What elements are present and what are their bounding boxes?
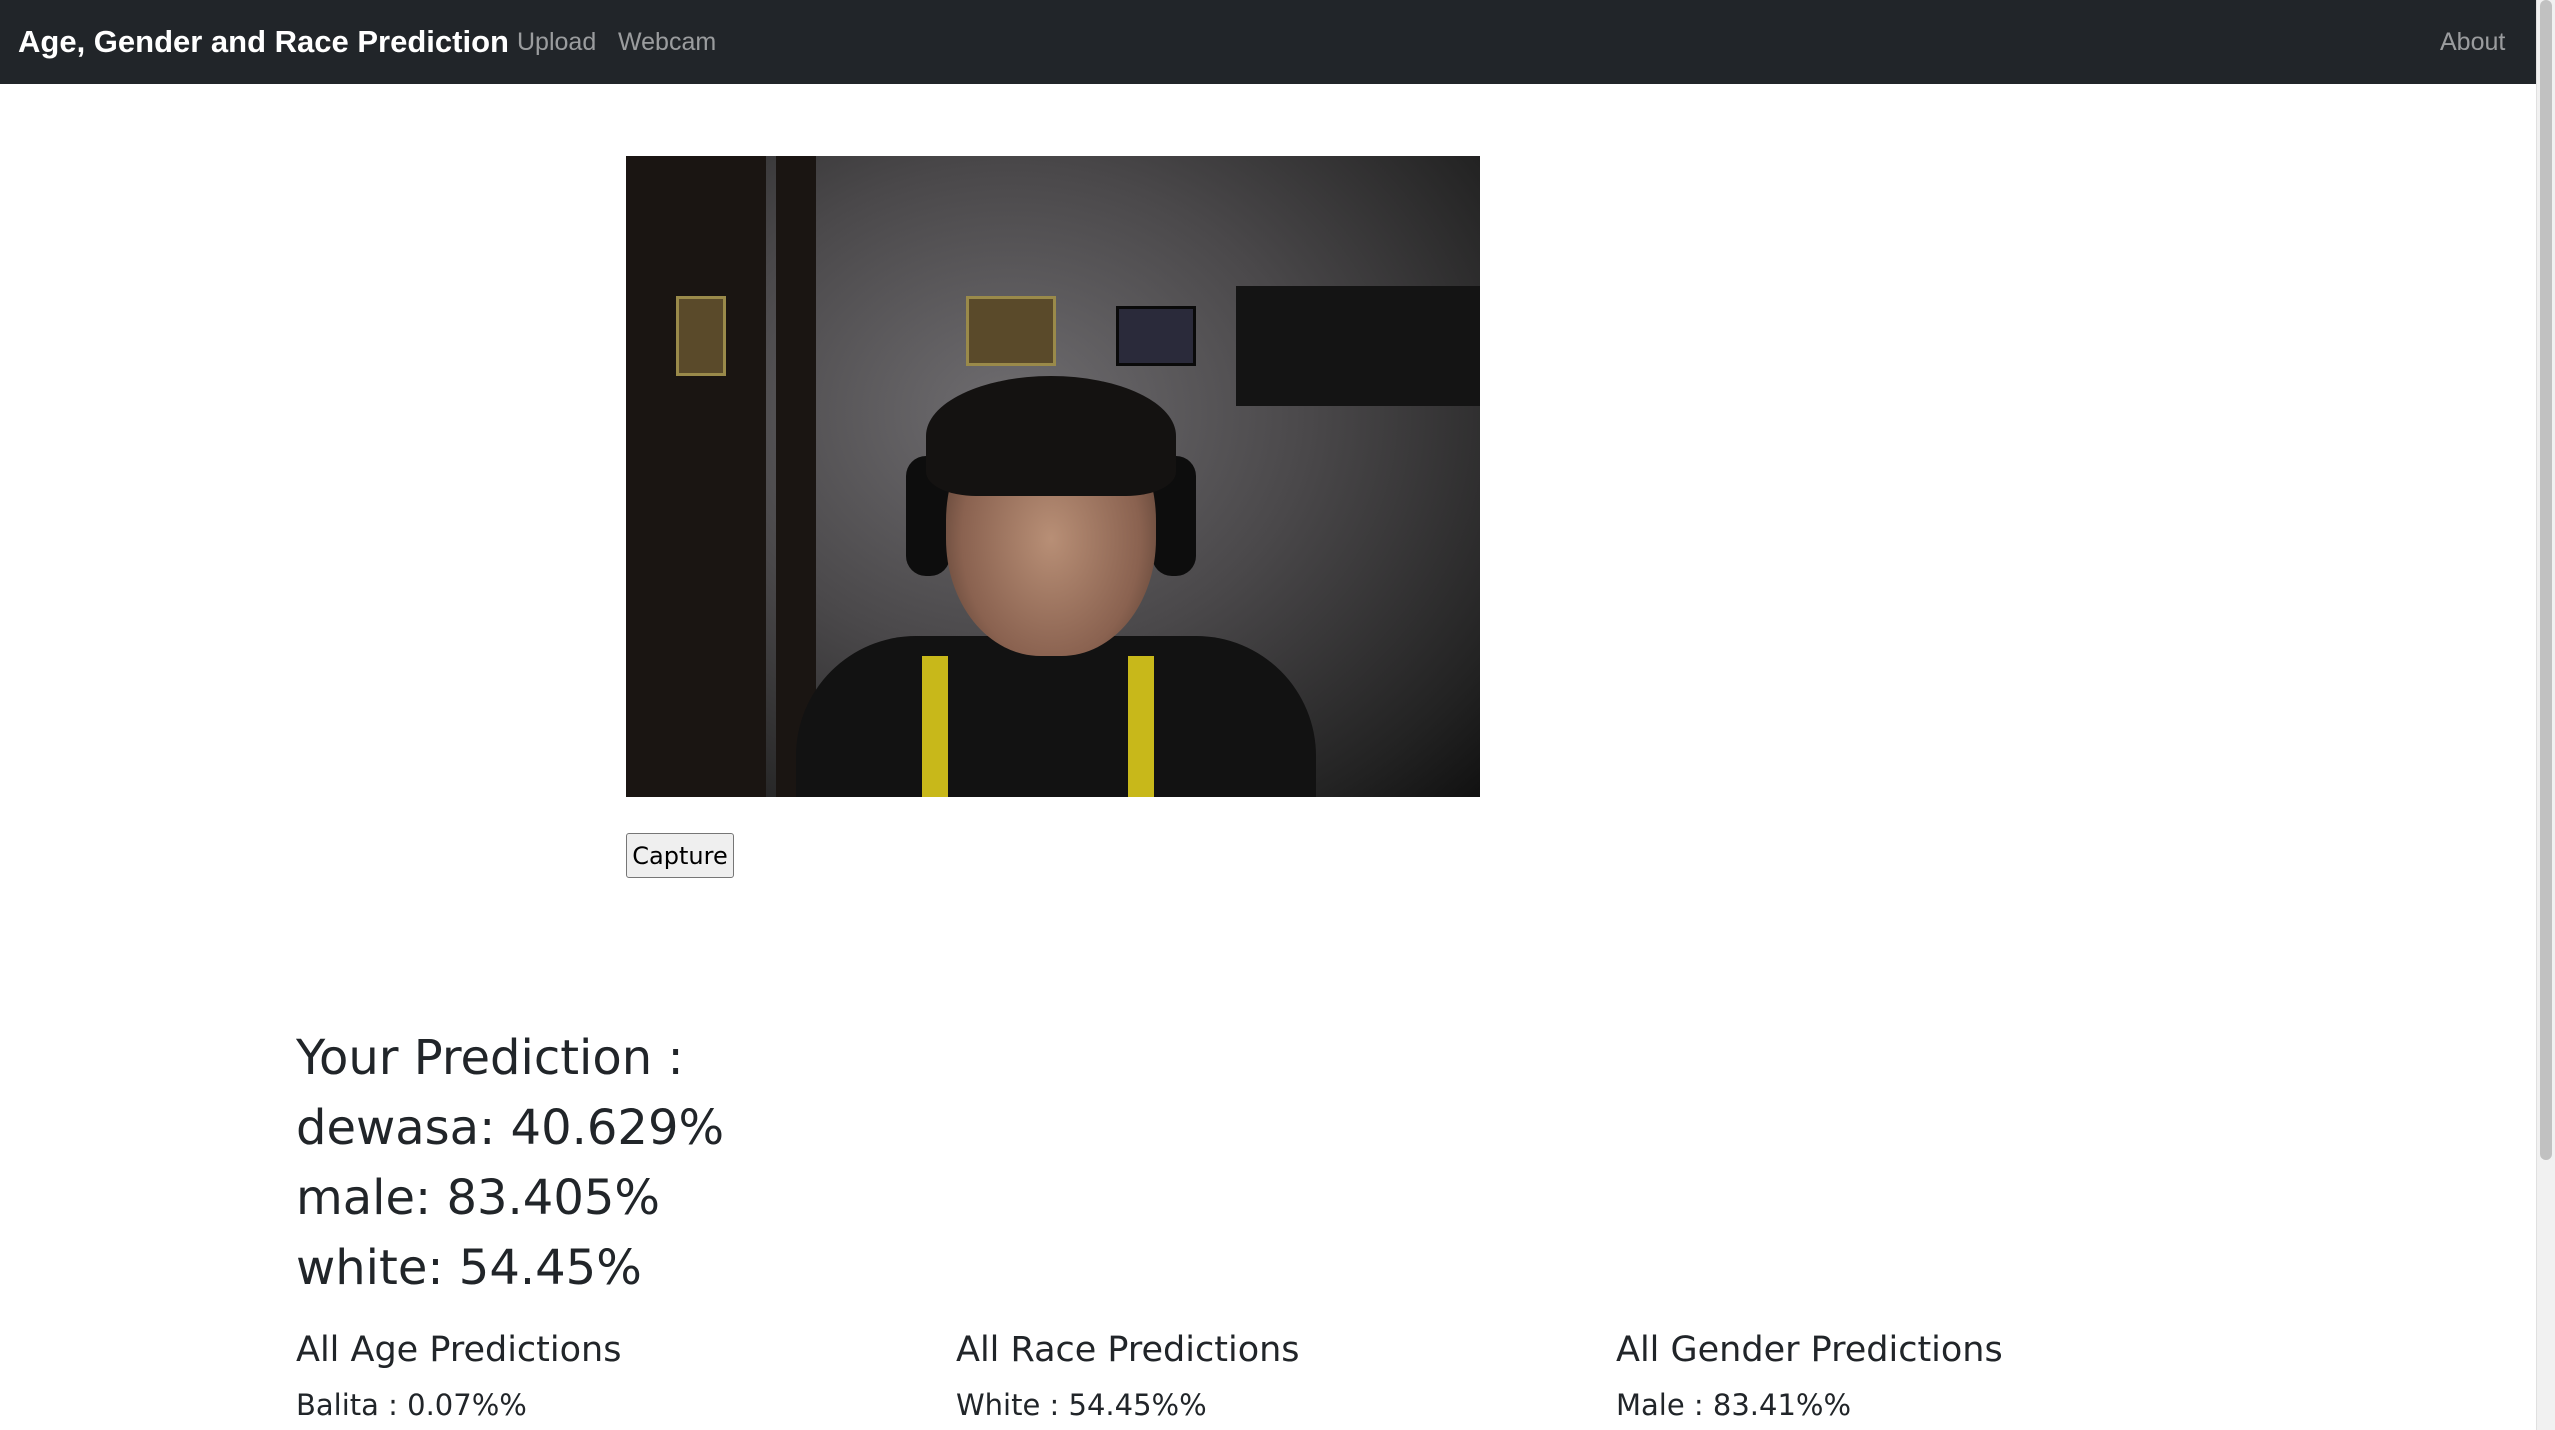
webcam-strap bbox=[1128, 656, 1154, 797]
webcam-strap bbox=[922, 656, 948, 797]
prediction-race: white: 54.45% bbox=[296, 1240, 642, 1296]
webcam-bg-shelf bbox=[1236, 286, 1480, 406]
gender-prediction-item: Male : 83.41%% bbox=[1616, 1388, 1852, 1422]
webcam-bg-door bbox=[626, 156, 766, 797]
webcam-person-hair bbox=[926, 376, 1176, 496]
scrollbar-thumb[interactable] bbox=[2540, 0, 2552, 1160]
prediction-gender: male: 83.405% bbox=[296, 1170, 661, 1226]
webcam-bg-frame bbox=[1116, 306, 1196, 366]
webcam-feed bbox=[626, 156, 1480, 797]
webcam-person-body bbox=[796, 636, 1316, 797]
nav-webcam-link[interactable]: Webcam bbox=[618, 0, 716, 84]
gender-predictions-title: All Gender Predictions bbox=[1616, 1330, 2003, 1370]
race-predictions-title: All Race Predictions bbox=[956, 1330, 1300, 1370]
navbar: Age, Gender and Race Prediction Upload W… bbox=[0, 0, 2536, 84]
webcam-bg-frame bbox=[966, 296, 1056, 366]
prediction-age: dewasa: 40.629% bbox=[296, 1100, 725, 1156]
capture-button[interactable]: Capture bbox=[626, 833, 734, 878]
prediction-heading: Your Prediction : bbox=[296, 1030, 684, 1086]
brand-link[interactable]: Age, Gender and Race Prediction bbox=[18, 0, 509, 84]
page-scrollbar[interactable] bbox=[2536, 0, 2555, 1430]
age-prediction-item: Balita : 0.07%% bbox=[296, 1388, 527, 1422]
nav-about-link[interactable]: About bbox=[2440, 0, 2505, 84]
webcam-bg-frame bbox=[676, 296, 726, 376]
nav-upload-link[interactable]: Upload bbox=[517, 0, 596, 84]
age-predictions-title: All Age Predictions bbox=[296, 1330, 622, 1370]
race-prediction-item: White : 54.45%% bbox=[956, 1388, 1207, 1422]
